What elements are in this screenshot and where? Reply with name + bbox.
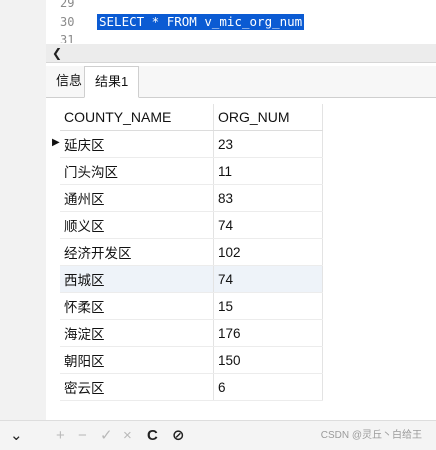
cell-org-num[interactable]: 83 [213, 184, 323, 212]
table-row[interactable]: 经济开发区 102 [60, 238, 323, 266]
line-number-29: 29 [60, 0, 75, 10]
table-row[interactable]: 怀柔区 15 [60, 292, 323, 320]
cell-county-name[interactable]: 顺义区 [60, 211, 214, 239]
watermark: CSDN @灵丘丶白给王 [320, 430, 422, 441]
table-row-selected[interactable]: 西城区 74 [60, 265, 323, 293]
horizontal-scrollbar[interactable]: ❮ [46, 44, 436, 63]
table-row[interactable]: 门头沟区 11 [60, 157, 323, 185]
table-row[interactable]: 海淀区 176 [60, 319, 323, 347]
result-tabs: 信息 结果1 [46, 66, 436, 98]
table-header-row: COUNTY_NAME ORG_NUM [60, 104, 323, 131]
cell-county-name[interactable]: 通州区 [60, 184, 214, 212]
cell-org-num[interactable]: 176 [213, 319, 323, 347]
add-record-icon[interactable]: + [56, 421, 65, 450]
line-number-30: 30 [60, 15, 75, 29]
tab-result-1[interactable]: 结果1 [84, 66, 140, 98]
cell-org-num[interactable]: 102 [213, 238, 323, 266]
cell-county-name[interactable]: 经济开发区 [60, 238, 214, 266]
delete-record-icon[interactable]: − [78, 421, 87, 450]
chevron-down-icon[interactable]: ⌄ [10, 421, 23, 450]
cell-county-name[interactable]: 朝阳区 [60, 346, 214, 374]
cell-org-num[interactable]: 150 [213, 346, 323, 374]
left-panel [0, 0, 46, 420]
scroll-left-icon[interactable]: ❮ [52, 44, 62, 62]
sql-query-line[interactable]: SELECT * FROM v_mic_org_num [97, 14, 305, 30]
table-row[interactable]: 通州区 83 [60, 184, 323, 212]
current-row-marker-icon: ▶ [52, 137, 60, 148]
table-row[interactable]: 顺义区 74 [60, 211, 323, 239]
cell-org-num[interactable]: 15 [213, 292, 323, 320]
cell-county-name[interactable]: 怀柔区 [60, 292, 214, 320]
table-row[interactable]: 密云区 6 [60, 373, 323, 401]
cell-county-name[interactable]: 延庆区 [60, 130, 214, 158]
table-row[interactable]: 朝阳区 150 [60, 346, 323, 374]
cell-org-num[interactable]: 6 [213, 373, 323, 401]
cell-county-name[interactable]: 海淀区 [60, 319, 214, 347]
table-row[interactable]: 延庆区 23 [60, 130, 323, 158]
column-header-org-num[interactable]: ORG_NUM [213, 104, 323, 131]
grid-toolbar: ⌄ + − ✓ × C ⊘ CSDN @灵丘丶白给王 [0, 420, 436, 450]
line-number-31: 31 [60, 33, 75, 43]
cell-org-num[interactable]: 74 [213, 211, 323, 239]
cell-county-name[interactable]: 密云区 [60, 373, 214, 401]
stop-icon[interactable]: ⊘ [172, 421, 185, 450]
column-header-county-name[interactable]: COUNTY_NAME [60, 104, 214, 131]
discard-changes-icon[interactable]: × [123, 421, 132, 450]
cell-org-num[interactable]: 23 [213, 130, 323, 158]
cell-org-num[interactable]: 74 [213, 265, 323, 293]
apply-changes-icon[interactable]: ✓ [100, 421, 113, 450]
cell-county-name[interactable]: 西城区 [60, 265, 214, 293]
refresh-icon[interactable]: C [147, 421, 158, 450]
result-grid: ▶ COUNTY_NAME ORG_NUM 延庆区 23 门头沟区 11 通州区 83… [46, 98, 436, 420]
cell-county-name[interactable]: 门头沟区 [60, 157, 214, 185]
cell-org-num[interactable]: 11 [213, 157, 323, 185]
result-table: COUNTY_NAME ORG_NUM 延庆区 23 门头沟区 11 通州区 83 顺… [60, 104, 323, 401]
